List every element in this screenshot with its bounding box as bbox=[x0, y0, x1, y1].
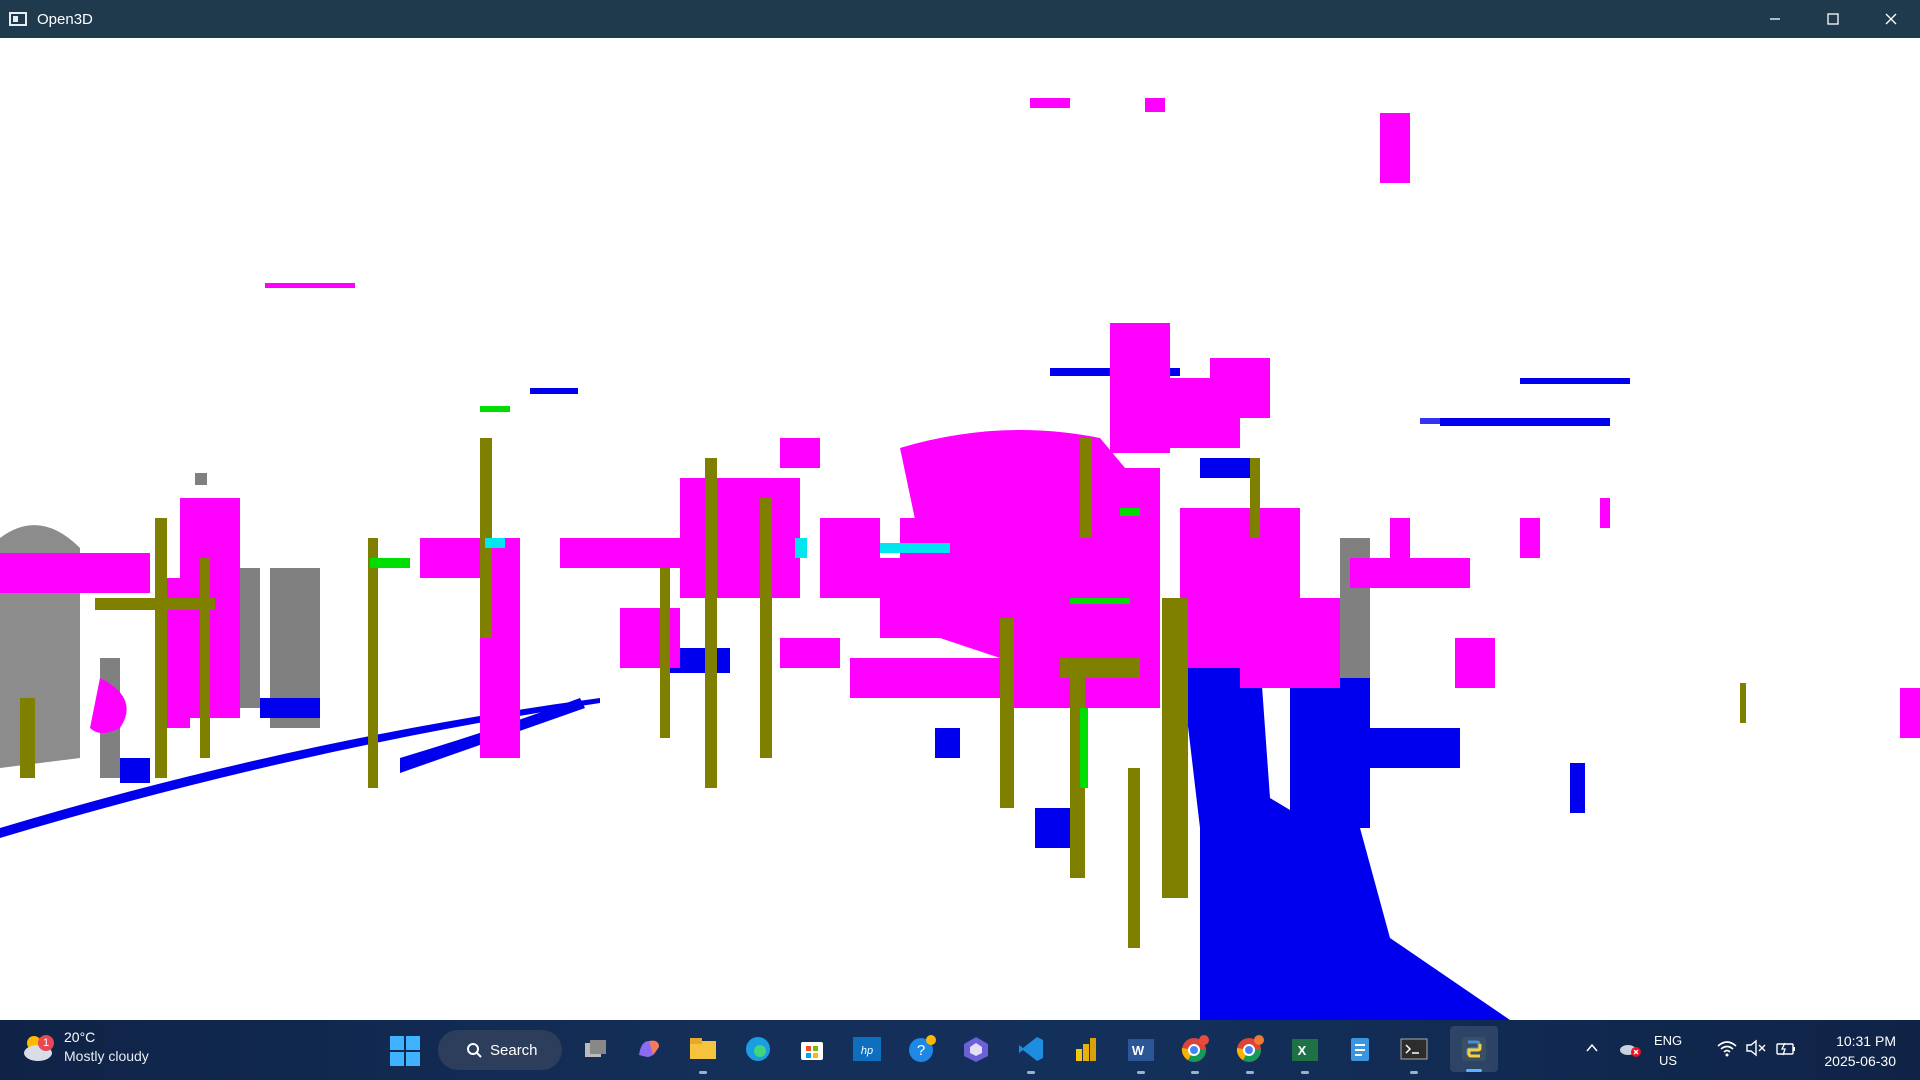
clock-date: 2025-06-30 bbox=[1824, 1053, 1896, 1069]
maximize-button[interactable] bbox=[1804, 0, 1862, 38]
volume-button[interactable] bbox=[1741, 1033, 1771, 1063]
minimize-button[interactable] bbox=[1746, 0, 1804, 38]
word-button[interactable]: W bbox=[1124, 1032, 1158, 1074]
vscode-button[interactable] bbox=[1014, 1032, 1048, 1074]
help-icon: ? bbox=[909, 1035, 936, 1062]
word-icon: W bbox=[1128, 1039, 1154, 1061]
chevron-up-icon bbox=[1586, 1043, 1598, 1052]
chrome-profile-icon bbox=[1236, 1035, 1264, 1062]
start-button[interactable] bbox=[389, 1035, 421, 1067]
excel-icon: X bbox=[1292, 1039, 1318, 1061]
minimize-icon bbox=[1770, 18, 1780, 20]
weather-temp: 20°C bbox=[64, 1029, 96, 1045]
point-cloud-canvas bbox=[0, 98, 1920, 1020]
cloud-error-icon bbox=[1620, 1045, 1641, 1057]
vscode-icon bbox=[1019, 1037, 1043, 1061]
copilot-app-icon bbox=[964, 1037, 988, 1062]
onedrive-tray-button[interactable] bbox=[1615, 1033, 1645, 1063]
excel-button[interactable]: X bbox=[1288, 1032, 1322, 1074]
clock-time: 10:31 PM bbox=[1836, 1033, 1896, 1049]
copilot-app-button[interactable] bbox=[959, 1032, 993, 1066]
battery-button[interactable] bbox=[1771, 1033, 1801, 1063]
copilot-icon bbox=[639, 1040, 659, 1057]
show-hidden-icons-button[interactable] bbox=[1577, 1033, 1607, 1063]
battery-charging-icon bbox=[1776, 1042, 1795, 1056]
file-explorer-icon bbox=[690, 1038, 716, 1059]
weather-desc: Mostly cloudy bbox=[64, 1048, 149, 1064]
terminal-button[interactable] bbox=[1397, 1032, 1431, 1074]
weather-widget[interactable]: 1 20°C Mostly cloudy bbox=[20, 1028, 149, 1066]
edge-icon bbox=[746, 1037, 770, 1061]
svg-text:X: X bbox=[1298, 1043, 1307, 1058]
volume-muted-icon bbox=[1746, 1039, 1766, 1057]
region-label: US bbox=[1659, 1053, 1678, 1068]
help-button[interactable]: ? bbox=[905, 1032, 939, 1066]
task-view-button[interactable] bbox=[578, 1032, 612, 1066]
search-icon bbox=[467, 1043, 482, 1058]
chrome-button[interactable] bbox=[1178, 1032, 1212, 1074]
svg-text:W: W bbox=[1132, 1043, 1145, 1058]
notepad-icon bbox=[1351, 1038, 1369, 1061]
search-box[interactable]: Search bbox=[438, 1030, 562, 1070]
wifi-icon bbox=[1717, 1041, 1737, 1057]
copilot-button[interactable] bbox=[632, 1032, 666, 1066]
chrome-icon bbox=[1181, 1035, 1209, 1062]
svg-text:?: ? bbox=[917, 1042, 925, 1059]
notepad-button[interactable] bbox=[1343, 1032, 1377, 1066]
file-explorer-button[interactable] bbox=[686, 1032, 720, 1074]
store-icon bbox=[801, 1042, 823, 1060]
cloudy-weather-icon: 1 bbox=[20, 1029, 56, 1065]
windows-logo-icon bbox=[390, 1036, 420, 1066]
myhp-icon: hp bbox=[853, 1037, 881, 1061]
power-bi-button[interactable] bbox=[1069, 1032, 1103, 1066]
point-cloud-viewport[interactable] bbox=[0, 38, 1920, 1020]
svg-text:hp: hp bbox=[861, 1045, 873, 1057]
close-icon bbox=[1885, 13, 1897, 25]
store-button[interactable] bbox=[795, 1032, 829, 1066]
wifi-button[interactable] bbox=[1712, 1033, 1742, 1063]
weather-badge: 1 bbox=[38, 1035, 54, 1051]
window-controls bbox=[1746, 0, 1920, 38]
open3d-app-icon bbox=[9, 12, 27, 26]
chrome-profile-button[interactable] bbox=[1233, 1032, 1267, 1074]
power-bi-icon bbox=[1076, 1038, 1096, 1061]
python-icon bbox=[1462, 1037, 1486, 1061]
language-label: ENG bbox=[1654, 1033, 1683, 1048]
python-button[interactable] bbox=[1450, 1026, 1498, 1072]
task-view-icon bbox=[585, 1040, 606, 1057]
clock[interactable]: 10:31 PM 2025-06-30 bbox=[1808, 1031, 1896, 1071]
maximize-icon bbox=[1827, 13, 1839, 25]
terminal-icon bbox=[1400, 1038, 1428, 1060]
search-label: Search bbox=[490, 1041, 538, 1059]
window-titlebar: Open3D bbox=[0, 0, 1920, 38]
window-title: Open3D bbox=[37, 10, 93, 28]
language-indicator[interactable]: ENG US bbox=[1654, 1031, 1682, 1071]
close-button[interactable] bbox=[1862, 0, 1920, 38]
myhp-button[interactable]: hp bbox=[850, 1032, 884, 1066]
edge-button[interactable] bbox=[741, 1032, 775, 1066]
taskbar: 1 20°C Mostly cloudy Search hp ? W X ENG… bbox=[0, 1020, 1920, 1080]
